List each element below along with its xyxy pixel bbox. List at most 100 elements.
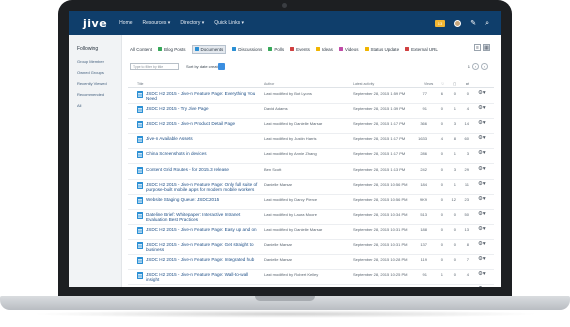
col-likes-icon[interactable]: ♡ [441,82,444,86]
row-likes: 0 [440,211,443,217]
row-author: Danielle Marsar [264,257,293,263]
next-page-icon[interactable]: › [481,63,488,70]
table-row[interactable]: Content Grid Routes - for 2015.3 release… [128,165,494,180]
row-comments: 0 [453,226,456,232]
row-views: 513 [420,211,427,217]
row-likes: 0 [440,106,443,112]
title-filter-input[interactable]: Type to filter by title [130,63,179,70]
sidebar-item-following[interactable]: Following [69,43,121,56]
laptop-shadow [30,310,540,318]
col-shares-icon[interactable]: ⇄ [466,82,469,86]
row-gear-icon[interactable]: ⚙▾ [478,271,486,277]
row-gear-icon[interactable]: ⚙▾ [478,135,486,141]
filter-blog-posts[interactable]: Blog Posts [158,47,186,52]
row-title[interactable]: JSDC H2 2015 - Jive-n Feature Page: Wall… [146,272,258,283]
row-gear-icon[interactable]: ⚙▾ [478,286,486,287]
filter-status-update[interactable]: Status Update [364,47,399,52]
document-icon [137,166,143,174]
col-views[interactable]: Views [424,82,433,86]
sidebar-item-recommended[interactable]: Recommended [69,89,121,100]
row-title[interactable]: JSDC H2 2015 - Jive-n Feature Page: Ever… [146,91,258,102]
filter-polls[interactable]: Polls [268,47,284,52]
sort-select[interactable]: Sort by date created [186,64,222,69]
grid-view-icon[interactable]: ▦ [483,44,490,51]
row-gear-icon[interactable]: ⚙▾ [478,120,486,126]
filter-ideas[interactable]: Ideas [315,47,333,52]
row-gear-icon[interactable]: ⚙▾ [478,105,486,111]
table-row[interactable]: JSDC H2 2015 - Try Jive Page David Adams S… [128,104,494,120]
table-row[interactable]: China Screenshots in devices Last modifie… [128,149,494,165]
sidebar-item-owned-groups[interactable]: Owned Groups [69,67,121,78]
pagination: 1 ‹ › [468,63,488,70]
row-gear-icon[interactable]: ⚙▾ [478,150,486,156]
row-gear-icon[interactable]: ⚙▾ [478,166,486,172]
nav-home[interactable]: Home [119,20,132,26]
create-pencil-icon[interactable]: ✎ [470,20,476,27]
filter-documents[interactable]: Documents [191,44,227,54]
row-gear-icon[interactable]: ⚙▾ [478,211,486,217]
row-likes: 1 [440,272,443,278]
document-icon [137,181,143,189]
row-title[interactable]: JSDC H2 2015 - Jive-n Feature Page: Inte… [146,257,258,262]
list-view-icon[interactable]: ≡ [474,44,481,51]
row-title[interactable]: Content Grid Routes - for 2015.3 release [146,167,258,172]
nav-right: 13 ✎ ⌕ [434,19,489,27]
row-views: 9K9 [419,196,427,202]
filter-external-url[interactable]: External URL [405,47,438,52]
prev-page-icon[interactable]: ‹ [472,63,479,70]
table-row[interactable]: JSDC H2 2015 - Jive-n Feature Page: Easy… [128,225,494,240]
table-row[interactable]: JSDC H2 2015 - Jive-n Feature Page: Ever… [128,89,494,104]
table-row[interactable]: Jive-n Available Assets Last modified by … [128,134,494,150]
row-gear-icon[interactable]: ⚙▾ [478,256,486,262]
sidebar-item-all[interactable]: All [69,100,121,111]
nav-directory[interactable]: Directory ▾ [180,20,204,26]
filter-videos[interactable]: Videos [338,47,359,52]
sort-direction-icon[interactable] [218,63,225,70]
row-shares: 23 [464,196,469,202]
filter-all-content[interactable]: All Content [130,47,152,52]
table-row[interactable]: JSDC H2 2015 - Jive-n Product Detail Pag… [128,119,494,135]
row-shares: 0 [466,91,469,96]
search-icon[interactable]: ⌕ [485,20,489,27]
table-row[interactable]: JSDC H2 2015 - Jive-n Feature Page: Wall… [128,270,494,286]
row-title[interactable]: Jive-n Available Assets [146,136,258,141]
row-gear-icon[interactable]: ⚙▾ [478,196,486,202]
row-comments: 0 [453,91,456,96]
row-views: 119 [420,257,427,263]
document-icon [137,136,143,144]
col-author[interactable]: Author [264,82,274,86]
table-row[interactable]: Website Staging Queue: JSDC2015 Last modi… [128,195,494,210]
row-title[interactable]: Website Staging Queue: JSDC2015 [146,197,258,202]
col-title[interactable]: Title [137,82,143,86]
filter-discussions[interactable]: Discussions [232,47,262,52]
filter-label: Blog Posts [164,46,186,52]
notification-badge[interactable]: 13 [434,19,446,27]
col-activity[interactable]: Latest activity [353,82,374,86]
table-row[interactable]: Dateline Brief: Whitepaper: Interactive … [128,210,494,225]
filter-events[interactable]: Events [290,47,310,52]
row-title[interactable]: JSDC H2 2015 - Jive-n Feature Page: Easy… [146,227,258,232]
row-title[interactable]: JSDC H2 2015 - Jive-n Product Detail Pag… [146,121,258,126]
row-title[interactable]: Dateline Brief: Whitepaper: Interactive … [146,212,258,223]
row-gear-icon[interactable]: ⚙▾ [478,90,486,96]
content-type-filters: All Content Blog Posts Documents Discussion… [130,44,444,54]
filter-label: Polls [274,46,285,52]
table-row[interactable]: JSDC H2 2015 - Jive-n Feature Page: Only… [128,180,494,195]
sidebar-item-recently-viewed[interactable]: Recently Viewed [69,78,121,89]
sidebar-item-group-member[interactable]: Group Member [69,56,121,67]
table-row[interactable]: JSDC H2 2015 - Jive-n Feature Page: Inte… [128,255,494,271]
nav-quick-links[interactable]: Quick Links ▾ [214,20,244,26]
row-gear-icon[interactable]: ⚙▾ [478,181,486,187]
avatar[interactable] [454,19,462,27]
row-title[interactable]: JSDC H2 2015 - Jive-n Feature Page: Get … [146,242,258,253]
row-title[interactable]: China Screenshots in devices [146,151,258,156]
table-row[interactable]: JSDC H2 2015 - Jive-n Feature Page: Get … [128,240,494,255]
jive-logo[interactable]: jive [83,17,107,30]
row-title[interactable]: JSDC H2 2015 - Try Jive Page [146,106,258,111]
row-gear-icon[interactable]: ⚙▾ [478,226,486,232]
table-row[interactable]: The Workstyle Movement Campaign: Messagi… [128,285,494,287]
row-gear-icon[interactable]: ⚙▾ [478,241,486,247]
col-comments-icon[interactable]: ▢ [453,82,456,86]
row-title[interactable]: JSDC H2 2015 - Jive-n Feature Page: Only… [146,182,258,193]
nav-resources[interactable]: Resources ▾ [143,20,171,26]
